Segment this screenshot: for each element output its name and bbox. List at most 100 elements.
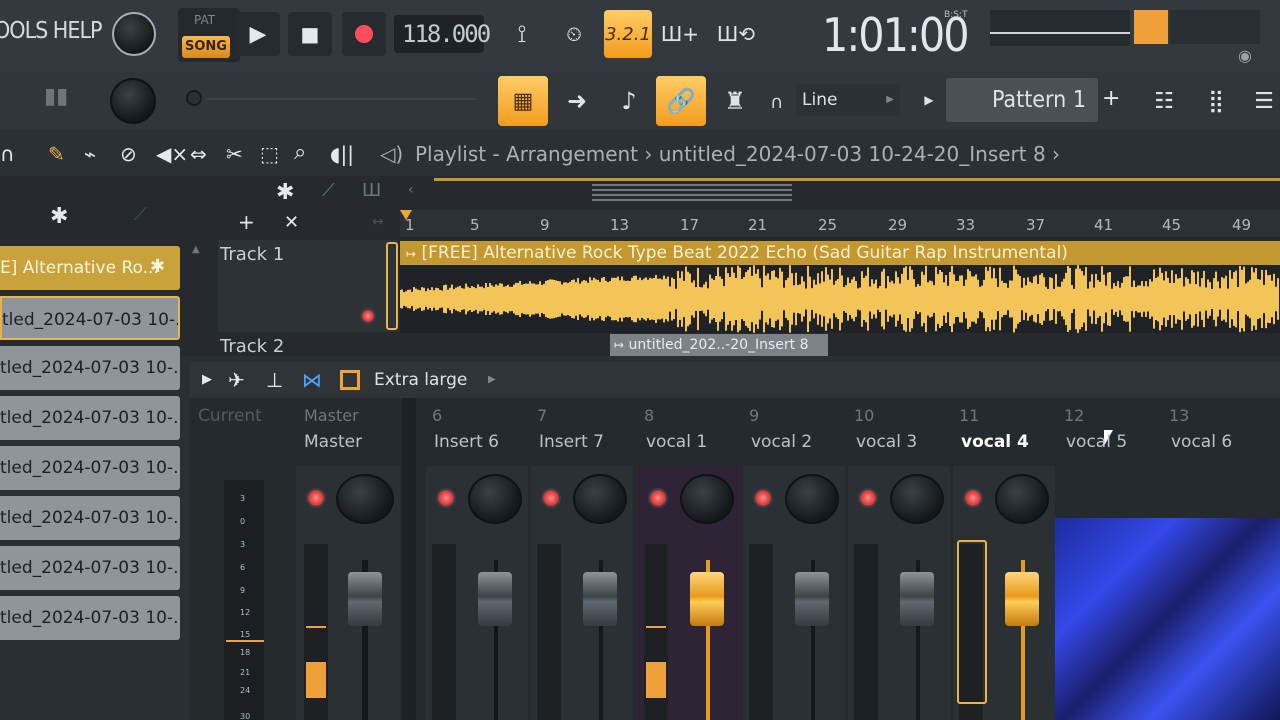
arrow-forward-icon[interactable]: ➜ (552, 76, 602, 126)
mixer-route-icon[interactable]: ⋈ (302, 368, 322, 392)
main-pitch-knob[interactable] (110, 78, 156, 124)
channel-pan-knob[interactable] (468, 474, 522, 524)
metronome-button[interactable]: ⟟ (498, 10, 546, 58)
slip-tool-icon[interactable]: ⇔ (190, 142, 207, 166)
playlist-button[interactable]: ▦ (498, 76, 548, 126)
master-fader[interactable] (348, 572, 382, 626)
add-pattern-button[interactable]: + (1102, 86, 1120, 111)
waveform-icon[interactable]: ✱ (50, 204, 68, 229)
pattern-list-item[interactable]: tled_2024-07-03 10-... (0, 496, 180, 540)
snap-display[interactable]: 3.2.1 (604, 10, 652, 58)
playlist-piano-button[interactable]: Ш (362, 180, 381, 201)
channel-pan-knob[interactable] (785, 474, 839, 524)
channel-name[interactable]: vocal 3 (856, 432, 917, 452)
magnet-tool-icon[interactable]: ∩ (0, 142, 15, 166)
browser-button[interactable]: ☰ (1244, 76, 1280, 126)
mixer-view-size[interactable]: Extra large (374, 370, 467, 390)
channel-fader[interactable] (690, 572, 724, 626)
channel-pan-knob[interactable] (890, 474, 944, 524)
channel-name[interactable]: Insert 7 (539, 432, 604, 452)
mixer-dock-icon[interactable]: ⊥ (266, 368, 283, 392)
channel-fader[interactable] (583, 572, 617, 626)
channel-name[interactable]: vocal 5 (1066, 432, 1127, 452)
play-button[interactable]: ▶ (236, 12, 280, 56)
track-resize-icon[interactable]: ↔ (372, 214, 384, 230)
zoom-tool-icon[interactable]: ⌕ (294, 140, 306, 165)
channel-fader[interactable] (1005, 572, 1039, 626)
pattern-list-item[interactable]: tled_2024-07-03 10-... (0, 396, 180, 440)
mixer-tool-icon[interactable]: ✈ (228, 368, 245, 392)
channel-name[interactable]: vocal 1 (646, 432, 707, 452)
song-mode-button[interactable]: SONG (182, 36, 230, 58)
link-button[interactable]: 🔗 (656, 76, 706, 126)
playlist-waveform-button[interactable]: ✱ (276, 180, 294, 205)
loop-record-button[interactable]: Ш⟲ (712, 10, 760, 58)
channel-pan-knob[interactable] (680, 474, 734, 524)
plugin-picker-button[interactable]: ♜ (710, 76, 760, 126)
pencil-tool-icon[interactable]: ✎ (48, 142, 65, 166)
channel-name[interactable]: vocal 2 (751, 432, 812, 452)
slice-tool-icon[interactable]: ✂ (226, 142, 243, 166)
pattern-list-item[interactable]: tled_2024-07-03 10-... (0, 346, 180, 390)
channel-pan-knob[interactable] (573, 474, 627, 524)
eye-icon[interactable]: ◉ (1238, 46, 1252, 65)
audio-clip-1-title[interactable]: ↦ [FREE] Alternative Rock Type Beat 2022… (400, 241, 1280, 265)
add-track-button[interactable]: + (238, 210, 255, 234)
channel-name[interactable]: Insert 6 (434, 432, 499, 452)
timeline-ruler[interactable] (400, 210, 1280, 238)
master-led[interactable] (306, 488, 326, 508)
remove-track-button[interactable]: ✕ (284, 212, 299, 233)
channel-pan-knob[interactable] (995, 474, 1049, 524)
channel-mute-led[interactable] (963, 488, 983, 508)
master-pan-knob[interactable] (336, 474, 394, 524)
overview-minimap[interactable] (592, 184, 792, 204)
channel-name[interactable]: vocal 6 (1171, 432, 1232, 452)
mixer-view-button[interactable]: ☷ (1140, 76, 1188, 126)
pattern-list-item[interactable]: tled_2024-07-03 10-... (0, 546, 180, 590)
track-1-record-led[interactable] (360, 308, 376, 324)
pattern-select[interactable]: Pattern 1 (946, 78, 1098, 122)
mute-tool-icon[interactable]: ◀× (156, 142, 188, 166)
channel-name[interactable]: vocal 4 (961, 432, 1029, 452)
playlist-menu-icon[interactable]: ◁) (380, 142, 403, 166)
playlist-automation-button[interactable]: ⟋ (322, 180, 335, 201)
channel-mute-led[interactable] (648, 488, 668, 508)
track-1-header[interactable]: Track 1 (218, 240, 398, 332)
channel-fader[interactable] (478, 572, 512, 626)
chevron-right-icon[interactable]: ▶ (488, 374, 496, 385)
pattern-list-item[interactable]: tled_2024-07-03 10-... (0, 596, 180, 640)
step-edit-button[interactable]: Ш+ (656, 10, 704, 58)
audio-clip-2[interactable]: ↦ untitled_202..-20_Insert 8 (610, 334, 828, 356)
overview-scroll[interactable] (434, 178, 1280, 181)
channel-rack-button[interactable]: ⣿ (1192, 76, 1240, 126)
piano-roll-button[interactable]: ♪ (604, 76, 654, 126)
mixer-menu-arrow[interactable]: ▶ (202, 372, 212, 387)
channel-mute-led[interactable] (436, 488, 456, 508)
snap-select[interactable]: Line ▶ (796, 84, 900, 116)
brush-tool-icon[interactable]: ⌁ (84, 142, 96, 166)
tempo-display[interactable]: 118.000 (394, 15, 491, 53)
scroll-left-button[interactable]: ‹ (408, 182, 414, 198)
channel-mute-led[interactable] (858, 488, 878, 508)
pat-label[interactable]: PAT (194, 13, 215, 27)
pattern-list-item[interactable]: tled_2024-07-03 10-... (0, 296, 180, 340)
channel-mute-led[interactable] (753, 488, 773, 508)
master-volume-knob[interactable] (112, 12, 156, 56)
channel-fader[interactable] (900, 572, 934, 626)
pattern-prev-button[interactable]: ▶ (916, 84, 942, 116)
record-button[interactable] (342, 12, 386, 56)
pitch-slider[interactable] (186, 90, 476, 108)
automation-icon[interactable]: ⟋ (134, 204, 147, 225)
delete-tool-icon[interactable]: ⊘ (120, 142, 137, 166)
scroll-up-icon[interactable]: ▲ (192, 244, 200, 255)
menu-tools-help[interactable]: OOLS HELP (0, 18, 102, 44)
mixer-size-icon[interactable] (340, 370, 360, 390)
channel-mute-led[interactable] (541, 488, 561, 508)
pattern-list-item[interactable]: tled_2024-07-03 10-... (0, 446, 180, 490)
playback-tool-icon[interactable]: ◖|| (330, 142, 354, 166)
master-name[interactable]: Master (304, 432, 362, 452)
stop-button[interactable]: ■ (288, 12, 332, 56)
select-tool-icon[interactable]: ⬚ (260, 142, 279, 166)
channel-fader[interactable] (795, 572, 829, 626)
wait-input-button[interactable]: ⏲ (550, 10, 598, 58)
